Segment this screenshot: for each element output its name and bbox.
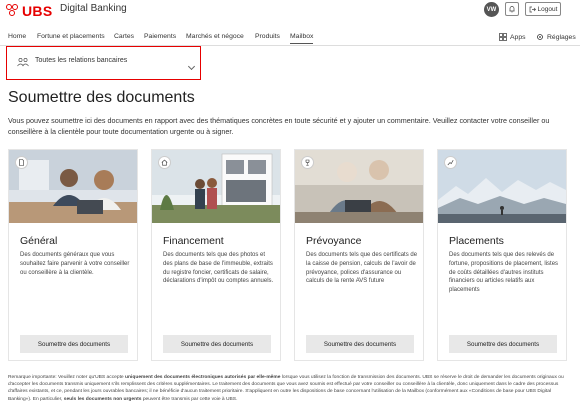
- nav-item-marches[interactable]: Marchés et négoce: [186, 33, 244, 40]
- intro-text: Vous pouvez soumettre ici des documents …: [8, 116, 550, 136]
- card-financement: Financement Des documents tels que des p…: [151, 149, 281, 361]
- nav-item-produits[interactable]: Produits: [255, 33, 280, 40]
- apps-grid-icon: [499, 33, 507, 41]
- bell-icon: [509, 6, 515, 13]
- remark-text: Remarque importante: Veuillez noter qu'U…: [8, 375, 126, 380]
- submit-documents-button[interactable]: Soumettre des documents: [449, 335, 557, 353]
- ubs-keys-icon: [6, 4, 20, 18]
- chart-icon: [444, 156, 457, 169]
- card-title: Général: [20, 235, 58, 247]
- card-description: Des documents généraux que vous souhaite…: [20, 252, 130, 276]
- bank-relations-value: Toutes les relations bancaires: [35, 57, 128, 64]
- people-icon: [17, 58, 29, 67]
- important-remark: Remarque importante: Veuillez noter qu'U…: [8, 374, 574, 403]
- bank-relations-dropdown[interactable]: Toutes les relations bancaires: [6, 46, 201, 80]
- nav-item-mailbox[interactable]: Mailbox: [290, 33, 314, 44]
- card-description: Des documents tels que des relevés de fo…: [449, 252, 559, 294]
- ubs-logo[interactable]: UBS: [6, 3, 52, 19]
- nav-item-paiements[interactable]: Paiements: [144, 33, 176, 40]
- apps-button[interactable]: Apps: [499, 33, 526, 41]
- notifications-button[interactable]: [505, 2, 519, 16]
- nav-item-home[interactable]: Home: [8, 33, 26, 40]
- brand-name: UBS: [22, 3, 53, 19]
- main-nav: Home Fortune et placements Cartes Paieme…: [0, 30, 580, 46]
- card-description: Des documents tels que des photos et des…: [163, 252, 274, 285]
- card-title: Placements: [449, 235, 504, 247]
- card-general: Général Des documents généraux que vous …: [8, 149, 138, 361]
- submit-documents-button[interactable]: Soumettre des documents: [20, 335, 128, 353]
- nav-item-fortune[interactable]: Fortune et placements: [37, 33, 105, 40]
- financement-photo: [152, 150, 280, 223]
- logout-button[interactable]: Logout: [525, 2, 561, 16]
- logout-icon: [529, 6, 536, 12]
- chevron-down-icon: [187, 62, 196, 71]
- placements-photo: [438, 150, 566, 223]
- house-icon: [158, 156, 171, 169]
- card-placements: Placements Des documents tels que des re…: [437, 149, 567, 361]
- app-title: Digital Banking: [60, 3, 127, 14]
- card-prevoyance: Prévoyance Des documents tels que des ce…: [294, 149, 424, 361]
- card-title: Financement: [163, 235, 224, 247]
- submit-documents-button[interactable]: Soumettre des documents: [163, 335, 271, 353]
- card-title: Prévoyance: [306, 235, 362, 247]
- trophy-icon: [301, 156, 314, 169]
- gear-icon: [537, 34, 543, 40]
- logout-label: Logout: [537, 5, 558, 13]
- submit-documents-button[interactable]: Soumettre des documents: [306, 335, 414, 353]
- general-photo: [9, 150, 137, 223]
- remark-emphasis: uniquement des documents électroniques a…: [125, 375, 281, 380]
- prevoyance-photo: [295, 150, 423, 223]
- apps-label: Apps: [510, 33, 526, 41]
- page-title: Soumettre des documents: [8, 89, 195, 106]
- nav-item-cartes[interactable]: Cartes: [114, 33, 134, 40]
- settings-label: Réglages: [547, 33, 576, 41]
- document-icon: [15, 156, 28, 169]
- remark-emphasis: seuls les documents non urgents: [63, 396, 142, 402]
- top-bar: UBS Digital Banking VW Logout: [0, 0, 580, 28]
- remark-text: peuvent être transmis par cette voie à U…: [141, 396, 238, 402]
- settings-button[interactable]: Réglages: [536, 33, 576, 41]
- avatar[interactable]: VW: [484, 2, 499, 17]
- card-description: Des documents tels que des certificats d…: [306, 252, 418, 285]
